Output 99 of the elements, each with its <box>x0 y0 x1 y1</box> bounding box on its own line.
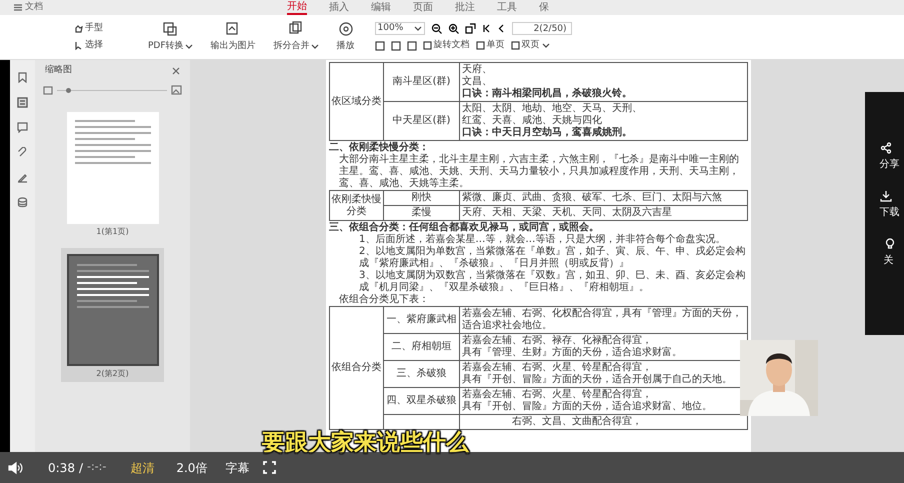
layers-icon[interactable] <box>17 197 28 208</box>
paragraph: 大部分南斗主星主柔，北斗主星主刚，六吉主柔，六煞主刚，『七杀』是南斗中唯一主刚的主星。鸾、喜、咸池、天姚、天刑、天马力量较小，只具加减程度作用，天刑、天马主刚，鸾、喜、咸池、天姚等主柔。 <box>338 154 740 190</box>
page-thumbnail[interactable]: 1(第1页) <box>61 106 164 240</box>
view-button[interactable]: 双页 <box>510 38 550 52</box>
table-cell: 二、府相朝垣 <box>392 341 452 353</box>
ribbon-tab[interactable]: 页面 <box>413 2 433 14</box>
documents-icon[interactable] <box>162 20 178 37</box>
play-icon[interactable] <box>338 20 354 37</box>
table-cell-text: 紫微、廉贞、武曲、贪狼、破军、七杀、巨门、太阳与六煞 <box>462 192 723 204</box>
page-icon[interactable] <box>476 41 485 50</box>
table-cell-text: 口诀：南斗相梁同机昌，杀破狼火铃。 <box>462 88 633 100</box>
table-cell: 一、紫府廉武相 <box>386 314 456 326</box>
caret-icon[interactable] <box>184 43 193 50</box>
captions-button[interactable]: 字幕 <box>225 458 250 476</box>
ribbon-tab[interactable]: 工具 <box>497 2 517 14</box>
table-cell: 依区域分类 <box>332 96 382 108</box>
section-heading: 三、依组合分类：任何组合都喜欢见禄马，或同宫，或照会。 <box>329 221 600 234</box>
table-cell: 柔慢 <box>412 207 432 219</box>
page-icon[interactable] <box>422 41 432 50</box>
quality-button[interactable]: 超清 <box>130 458 154 476</box>
menu-button[interactable]: 文档 <box>14 0 43 14</box>
hand-tool-button[interactable]: 手型 <box>74 22 134 35</box>
table-cell-text: 右弼、文昌、文曲配合得宜， <box>512 416 643 428</box>
current-time: 0:38 <box>48 460 75 476</box>
thumbnails-icon[interactable] <box>17 97 28 108</box>
table-cell-text: 口诀：中天日月空劫马，鸾喜咸姚刑。 <box>462 127 633 139</box>
time-separator: / <box>78 460 83 476</box>
toolbar-button[interactable]: 播放 <box>332 20 359 54</box>
zoom-out-icon[interactable] <box>430 22 442 34</box>
side-action-button[interactable]: 关 <box>884 238 896 268</box>
video-subtitle: 要跟大家来说些什么 <box>262 429 469 458</box>
toolbar-button[interactable]: 拆分合并 <box>270 20 323 54</box>
table-cell: 三、杀破狼 <box>396 368 446 380</box>
caret-icon[interactable] <box>542 42 550 49</box>
table-cell: 依组合分类 <box>332 362 382 374</box>
list-item: 2、以地支属阳为单数宫，当紫微落在『单数』宫，如子、寅、辰、午、申、戌必定会构成『紫府廉武相』、『杀破狼』、『日月并照（明或反背）』 <box>358 246 746 270</box>
table-cell: 刚快 <box>412 192 432 204</box>
menu-icon <box>14 4 22 11</box>
close-icon[interactable] <box>172 67 180 75</box>
select-tool-button[interactable]: 选择 <box>74 39 134 52</box>
ribbon-tab[interactable]: 批注 <box>455 2 475 14</box>
table-cell: 中天星区(群) <box>392 115 450 127</box>
page-field[interactable]: 2(2/50) <box>512 22 572 35</box>
list-item: 1、后面所述，若嘉会某星…等，就会…等语，只是大纲，并非符合每个命盘实况。 <box>358 234 726 246</box>
fit-page-icon[interactable] <box>374 40 385 50</box>
caret-icon[interactable] <box>414 24 422 32</box>
table-cell: 四、双星杀破狼 <box>386 395 456 407</box>
comment-icon[interactable] <box>17 122 28 133</box>
zoom-in-icon[interactable] <box>448 22 459 34</box>
list-item: 3、以地支属阴为双数宫，当紫微落在『双数』宫，如丑、卯、巳、未、酉、亥必定会构成『机月同梁』、『双星杀破狼』、『巨日格』、『府相朝垣』。 <box>358 270 746 294</box>
zoom-field[interactable]: 100% <box>374 22 425 35</box>
small-image-icon[interactable] <box>43 86 53 94</box>
slider-thumb[interactable] <box>66 88 71 92</box>
side-action-button[interactable]: 分享 <box>880 142 900 172</box>
share-icon[interactable] <box>880 142 892 154</box>
page-thumbnail[interactable]: 2(第2页) <box>61 248 164 382</box>
ribbon-tab[interactable]: 编辑 <box>371 2 391 14</box>
table-cell-text: 天府、 <box>462 64 493 76</box>
download-icon[interactable] <box>880 190 892 202</box>
table-cell-text: 文昌、 <box>462 76 493 88</box>
view-button[interactable]: 旋转文档 <box>422 38 470 52</box>
table-cell-text: 红鸾、天喜、咸池、天姚与四化 <box>462 115 603 126</box>
cursor-icon[interactable] <box>74 41 83 50</box>
attachment-icon[interactable] <box>17 147 28 158</box>
ribbon-tab[interactable]: 插入 <box>329 2 349 14</box>
fullscreen-icon[interactable] <box>263 461 276 474</box>
ribbon-tab[interactable]: 保 <box>539 2 549 14</box>
duration: -:-:- <box>87 459 106 476</box>
side-action-button[interactable]: 下载 <box>880 190 900 220</box>
table-cell-text: 若嘉会左辅、右弼、火星、铃星配合得宜， <box>462 362 653 374</box>
previous-page-icon[interactable] <box>496 24 506 33</box>
bulb-icon[interactable] <box>884 238 896 250</box>
first-page-icon[interactable] <box>482 24 491 33</box>
toolbar-button[interactable]: 输出为图片 <box>206 20 260 54</box>
table-cell-text: 依刚柔快慢分类 <box>330 194 382 218</box>
rotate-icon[interactable] <box>464 22 476 34</box>
table-cell-text: 太阳、太阴、地劫、地空、天马、天刑、 <box>462 103 643 114</box>
toolbar-button[interactable]: PDF转换 <box>144 20 197 54</box>
actual-size-icon[interactable] <box>406 40 417 50</box>
speed-button[interactable]: 2.0倍 <box>176 458 208 476</box>
table-cell-text: 若嘉会左辅、右弼、火星、铃星配合得宜， <box>462 389 653 400</box>
signature-icon[interactable] <box>17 172 28 183</box>
table-cell-text: 若嘉会左辅、右弼、禄存、化禄配合得宜， <box>462 335 653 346</box>
table-cell-text: 若嘉会左辅、右弼、化权配合得宜，具有『管理』方面的天份，适合追求社会地位。 <box>462 308 743 332</box>
table-cell: 南斗星区(群) <box>392 76 450 88</box>
bookmark-icon[interactable] <box>17 72 28 83</box>
paragraph: 依组合分类见下表： <box>338 294 430 306</box>
volume-icon[interactable] <box>8 460 24 474</box>
table-cell-text: 具有『开创、冒险』方面的天份，适合开创属于自己的天地。 <box>462 374 733 386</box>
table-cell-text: 具有『管理、生财』方面的天份，适合追求财富。 <box>462 347 683 359</box>
fit-width-icon[interactable] <box>390 40 401 50</box>
caret-icon[interactable] <box>310 43 319 50</box>
large-image-icon[interactable] <box>171 85 182 95</box>
table-cell-text: 天府、天相、天梁、天机、天同、太阴及六吉星 <box>462 207 673 219</box>
view-button[interactable]: 单页 <box>476 38 505 52</box>
panel-title: 缩略图 <box>45 64 72 78</box>
section-heading: 二、依刚柔快慢分类： <box>329 141 430 154</box>
page-icon[interactable] <box>510 41 520 50</box>
table-cell-text: 具有『开创、冒险』方面的天份，适合追求财富、地位。 <box>462 401 713 413</box>
